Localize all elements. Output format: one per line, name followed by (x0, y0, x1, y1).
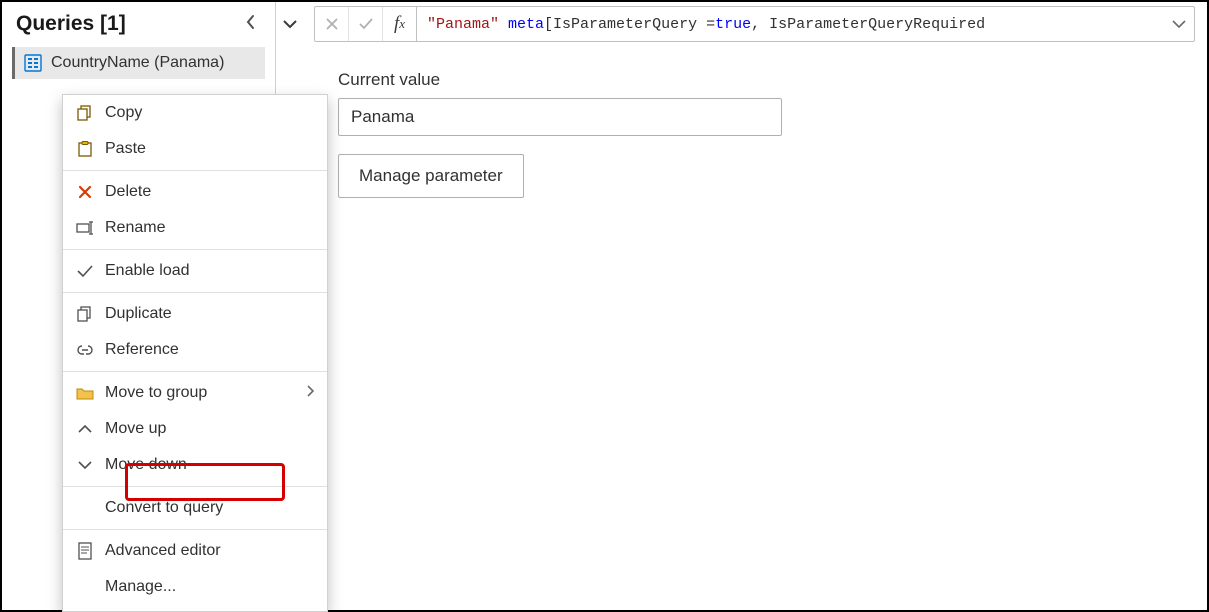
query-item-label: CountryName (Panama) (51, 54, 224, 72)
ctx-enable-load[interactable]: Enable load (63, 253, 327, 289)
main-area: fx "Panama" meta [IsParameterQuery = tru… (276, 2, 1207, 610)
formula-cancel-button[interactable] (315, 7, 349, 41)
move-up-icon (71, 423, 99, 435)
ctx-move-down[interactable]: Move down (63, 447, 327, 483)
ctx-delete[interactable]: Delete (63, 174, 327, 210)
formula-dropdown-button[interactable] (276, 6, 304, 42)
ctx-copy[interactable]: Copy (63, 95, 327, 131)
ctx-duplicate[interactable]: Duplicate (63, 296, 327, 332)
ctx-rename[interactable]: Rename (63, 210, 327, 246)
ctx-convert-to-query[interactable]: Convert to query (63, 490, 327, 526)
rename-icon (71, 220, 99, 236)
paste-icon (71, 140, 99, 158)
delete-icon (71, 184, 99, 200)
formula-text[interactable]: "Panama" meta [IsParameterQuery = true, … (417, 7, 1164, 41)
ctx-advanced-editor[interactable]: Advanced editor (63, 533, 327, 569)
parameter-icon (23, 53, 43, 73)
chevron-right-icon (305, 384, 315, 402)
copy-icon (71, 104, 99, 122)
queries-sidebar: Queries [1] CountryName (Panama) Copy (2, 2, 276, 610)
move-down-icon (71, 459, 99, 471)
advanced-editor-icon (71, 542, 99, 560)
checkmark-icon (71, 264, 99, 278)
ctx-paste[interactable]: Paste (63, 131, 327, 167)
formula-commit-button[interactable] (349, 7, 383, 41)
formula-expand-button[interactable] (1164, 7, 1194, 41)
duplicate-icon (71, 305, 99, 323)
manage-parameter-button[interactable]: Manage parameter (338, 154, 524, 198)
ctx-move-up[interactable]: Move up (63, 411, 327, 447)
ctx-move-to-group[interactable]: Move to group (63, 375, 327, 411)
fx-icon[interactable]: fx (383, 7, 417, 41)
current-value-input[interactable] (338, 98, 782, 136)
current-value-label: Current value (338, 70, 1207, 90)
ctx-reference[interactable]: Reference (63, 332, 327, 368)
reference-icon (71, 344, 99, 356)
queries-title: Queries [1] (16, 12, 126, 36)
formula-bar: fx "Panama" meta [IsParameterQuery = tru… (314, 6, 1195, 42)
folder-icon (71, 386, 99, 401)
sidebar-collapse-button[interactable] (241, 10, 261, 37)
query-context-menu: Copy Paste Delete Rename Enable lo (62, 94, 328, 612)
ctx-manage[interactable]: Manage... (63, 569, 327, 605)
query-item-countryname[interactable]: CountryName (Panama) (12, 47, 265, 79)
